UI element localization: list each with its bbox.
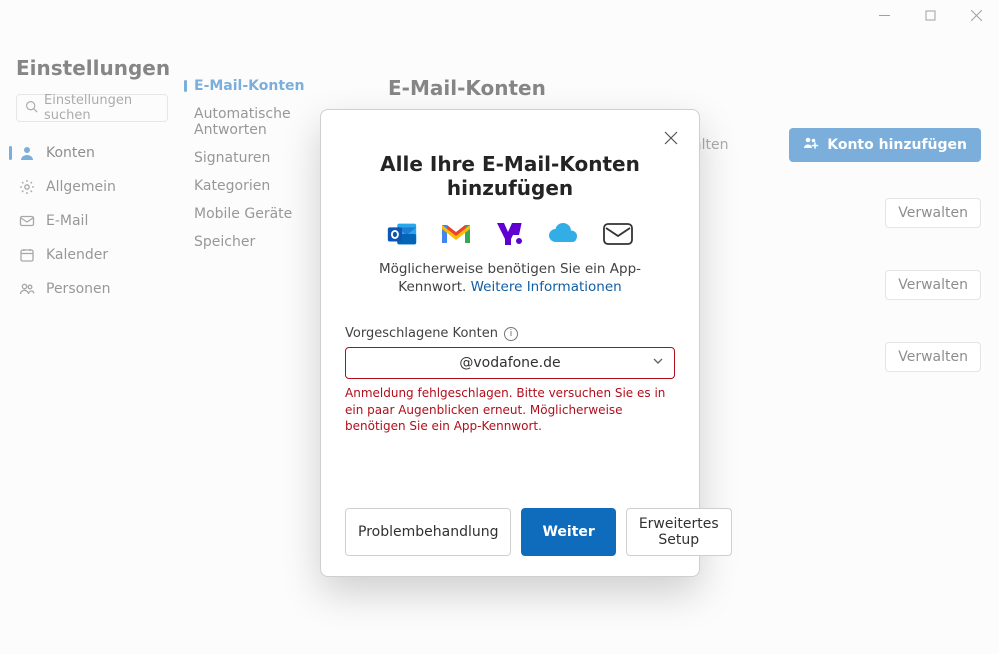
continue-button[interactable]: Weiter xyxy=(521,508,615,556)
brand-icons-row xyxy=(345,220,675,248)
manage-button[interactable]: Verwalten xyxy=(885,342,981,372)
search-placeholder: Einstellungen suchen xyxy=(44,93,159,123)
troubleshoot-button[interactable]: Problembehandlung xyxy=(345,508,511,556)
sidebar-item-email[interactable]: E-Mail xyxy=(0,204,180,238)
sidebar-item-calendar[interactable]: Kalender xyxy=(0,238,180,272)
add-account-button[interactable]: Konto hinzufügen xyxy=(789,128,981,162)
sidebar-item-label: Allgemein xyxy=(46,179,116,195)
sidebar-item-label: Kalender xyxy=(46,247,108,263)
add-account-label: Konto hinzufügen xyxy=(827,137,967,153)
yahoo-icon xyxy=(493,220,527,248)
suggested-accounts-label: Vorgeschlagene Konten i xyxy=(345,326,675,341)
outlook-icon xyxy=(385,220,419,248)
sidebar-item-people[interactable]: Personen xyxy=(0,272,180,306)
search-icon xyxy=(25,100,38,117)
settings-sidebar: Einstellungen Einstellungen suchen Konte… xyxy=(0,32,180,654)
manage-button[interactable]: Verwalten xyxy=(885,270,981,300)
sidebar-item-label: E-Mail xyxy=(46,213,88,229)
window-close-button[interactable] xyxy=(953,0,999,30)
suggested-account-dropdown[interactable]: @vodafone.de xyxy=(345,347,675,379)
gmail-icon xyxy=(439,220,473,248)
page-title: E-Mail-Konten xyxy=(388,76,981,100)
manage-button[interactable]: Verwalten xyxy=(885,198,981,228)
sidebar-item-label: Personen xyxy=(46,281,111,297)
window-titlebar xyxy=(0,0,999,32)
window-maximize-button[interactable] xyxy=(907,0,953,30)
person-icon xyxy=(18,144,36,162)
more-info-link[interactable]: Weitere Informationen xyxy=(471,279,622,295)
dialog-subtitle: Möglicherweise benötigen Sie ein App-Ken… xyxy=(345,260,675,296)
settings-search-input[interactable]: Einstellungen suchen xyxy=(16,94,168,122)
error-message: Anmeldung fehlgeschlagen. Bitte versuche… xyxy=(345,385,675,434)
generic-mail-icon xyxy=(601,220,635,248)
dialog-title: Alle Ihre E-Mail-Konten hinzufügen xyxy=(345,152,675,200)
add-account-icon xyxy=(803,135,819,155)
advanced-setup-button[interactable]: Erweitertes Setup xyxy=(626,508,732,556)
dialog-close-button[interactable] xyxy=(657,124,685,152)
people-icon xyxy=(18,280,36,298)
add-account-dialog: Alle Ihre E-Mail-Konten hinzufügen Mögli… xyxy=(320,109,700,577)
info-icon[interactable]: i xyxy=(504,327,518,341)
window-minimize-button[interactable] xyxy=(861,0,907,30)
chevron-down-icon xyxy=(652,355,664,371)
sidebar-item-general[interactable]: Allgemein xyxy=(0,170,180,204)
suggested-account-value: @vodafone.de xyxy=(459,355,560,371)
subnav-item-email-accounts[interactable]: E-Mail-Konten xyxy=(180,72,356,100)
sidebar-item-label: Konten xyxy=(46,145,95,161)
calendar-icon xyxy=(18,246,36,264)
icloud-icon xyxy=(547,220,581,248)
mail-icon xyxy=(18,212,36,230)
sidebar-item-accounts[interactable]: Konten xyxy=(0,136,180,170)
settings-title: Einstellungen xyxy=(0,42,180,94)
gear-icon xyxy=(18,178,36,196)
